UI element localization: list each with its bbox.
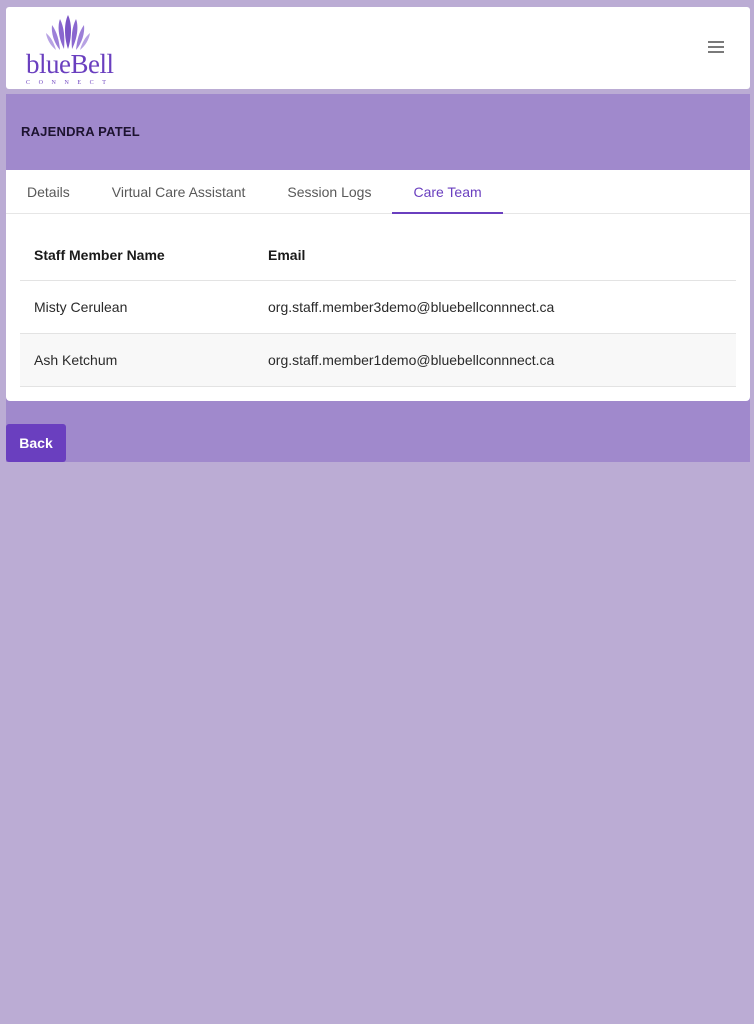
app-header: blueBell CONNECT — [6, 7, 750, 89]
tab-care-team[interactable]: Care Team — [392, 170, 503, 214]
table-row[interactable]: Misty Cerulean org.staff.member3demo@blu… — [20, 281, 736, 334]
logo-subtext: CONNECT — [26, 80, 115, 86]
tab-bar: Details Virtual Care Assistant Session L… — [6, 170, 750, 214]
patient-name: RAJENDRA PATEL — [21, 124, 140, 139]
staff-email-cell: org.staff.member3demo@bluebellconnnect.c… — [268, 299, 555, 315]
tab-virtual-care-assistant[interactable]: Virtual Care Assistant — [91, 170, 267, 213]
patient-card: Details Virtual Care Assistant Session L… — [6, 170, 750, 401]
page: blueBell CONNECT RAJENDRA PATEL Details … — [0, 0, 754, 1024]
staff-name-cell: Ash Ketchum — [34, 352, 118, 368]
hamburger-icon[interactable] — [708, 41, 724, 55]
staff-email-cell: org.staff.member1demo@bluebellconnnect.c… — [268, 352, 555, 368]
column-header-staff-name: Staff Member Name — [34, 247, 165, 263]
tab-session-logs[interactable]: Session Logs — [266, 170, 392, 213]
tab-label: Details — [27, 183, 70, 200]
table-row[interactable]: Ash Ketchum org.staff.member1demo@bluebe… — [20, 334, 736, 387]
care-team-table: Staff Member Name Email Misty Cerulean o… — [20, 230, 736, 387]
logo-wordmark: blueBell — [26, 49, 114, 79]
staff-name-cell: Misty Cerulean — [34, 299, 128, 315]
table-header-row: Staff Member Name Email — [20, 230, 736, 281]
tab-label: Virtual Care Assistant — [111, 183, 246, 200]
bluebell-logo[interactable]: blueBell CONNECT — [24, 13, 120, 87]
bellflower-icon — [46, 15, 90, 50]
tab-label: Care Team — [413, 183, 482, 200]
column-header-email: Email — [268, 247, 306, 263]
back-button[interactable]: Back — [6, 424, 66, 462]
tab-label: Session Logs — [287, 183, 372, 200]
tab-details[interactable]: Details — [6, 170, 91, 213]
